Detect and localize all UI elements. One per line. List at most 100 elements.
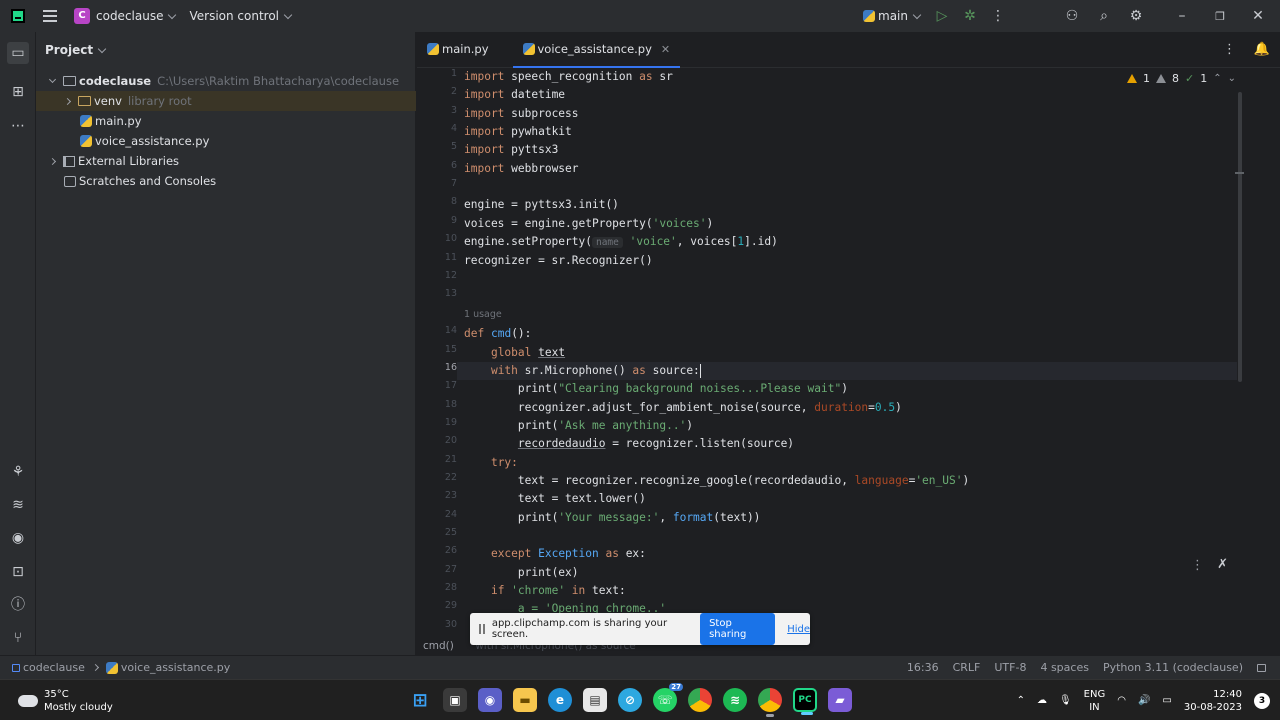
close-tab-icon[interactable]: ✕ xyxy=(661,43,670,56)
collapse-arrow-icon[interactable] xyxy=(63,97,72,105)
taskbar-apps: ⊞ ▣ ◉ ▬ e ▤ ⊘ ☏ 27 ≋ PC ▰ xyxy=(408,683,852,717)
chevron-down-icon xyxy=(283,10,293,19)
code-line: try: xyxy=(490,456,518,469)
project-panel-header[interactable]: Project xyxy=(36,32,415,68)
code-text-area[interactable]: import speech_recognition as sr import d… xyxy=(464,68,1234,638)
indent-setting[interactable]: 4 spaces xyxy=(1040,661,1089,674)
git-icon[interactable]: ⑂ xyxy=(10,630,26,646)
notification-badge[interactable]: 3 xyxy=(1254,692,1270,709)
spotify-icon[interactable]: ≋ xyxy=(723,688,747,712)
pycharm-icon[interactable]: PC xyxy=(793,688,817,715)
drag-handle-icon[interactable] xyxy=(479,624,485,634)
services-icon[interactable]: ◉ xyxy=(10,530,26,546)
language-code: ENG xyxy=(1083,688,1106,700)
debug-icon[interactable]: ✲ xyxy=(962,8,978,24)
file-encoding[interactable]: UTF-8 xyxy=(994,661,1026,674)
scratches-icon xyxy=(64,175,76,187)
tree-item-main-py[interactable]: main.py xyxy=(36,111,416,131)
cloud-sun-icon xyxy=(15,690,38,707)
line-number: 26 xyxy=(444,545,457,556)
main-menu-icon[interactable] xyxy=(43,10,57,22)
usage-hint[interactable]: 1 usage xyxy=(464,306,502,324)
tree-item-voice-assistance-py[interactable]: voice_assistance.py xyxy=(36,131,416,151)
code-line: except Exception as ex: xyxy=(490,547,646,560)
tab-main-py[interactable]: main.py xyxy=(417,31,499,67)
file-explorer-icon[interactable]: ▬ xyxy=(513,688,537,712)
line-number: 9 xyxy=(450,215,457,226)
whatsapp-icon[interactable]: ☏ 27 xyxy=(653,683,683,712)
clock[interactable]: 12:40 30-08-2023 xyxy=(1184,688,1242,714)
chrome-profile-icon[interactable] xyxy=(758,688,782,717)
line-number: 23 xyxy=(444,490,457,501)
problems-icon[interactable]: ⓘ xyxy=(10,597,26,613)
teams-chat-icon[interactable]: ◉ xyxy=(478,688,502,712)
tree-item-root[interactable]: codeclause C:\Users\Raktim Bhattacharya\… xyxy=(36,71,416,91)
structure-icon[interactable]: ⊞ xyxy=(10,84,26,100)
project-tool-folder-icon[interactable]: ▭ xyxy=(7,42,29,64)
edge-icon[interactable]: e xyxy=(548,688,572,712)
maximize-icon[interactable]: ❐ xyxy=(1212,8,1228,24)
search-icon[interactable]: ⌕ xyxy=(1096,8,1112,24)
run-icon[interactable]: ▷ xyxy=(934,8,950,24)
chrome-icon[interactable] xyxy=(688,688,712,712)
close-icon[interactable]: ✕ xyxy=(1250,8,1266,24)
windows-start-icon[interactable]: ⊞ xyxy=(408,688,432,712)
status-project[interactable]: codeclause xyxy=(23,661,85,674)
settings-gear-icon[interactable]: ⚙ xyxy=(1128,8,1144,24)
python-interpreter[interactable]: Python 3.11 (codeclause) xyxy=(1103,661,1243,674)
notifications-bell-icon[interactable]: 🔔 xyxy=(1254,42,1270,57)
more-tools-icon[interactable]: ⋯ xyxy=(10,118,26,134)
temperature: 35°C xyxy=(44,689,69,700)
microphone-icon[interactable]: 🎙 xyxy=(1059,694,1072,707)
line-number: 20 xyxy=(444,435,457,446)
line-separator[interactable]: CRLF xyxy=(953,661,981,674)
code-line: text = text.lower() xyxy=(517,492,646,505)
folder-icon xyxy=(78,96,91,106)
project-switcher[interactable]: codeclause xyxy=(96,9,177,23)
add-user-icon[interactable]: ⚇ xyxy=(1064,8,1080,24)
tree-item-scratches[interactable]: Scratches and Consoles xyxy=(36,171,416,191)
line-number: 14 xyxy=(444,325,457,336)
stop-sharing-button[interactable]: Stop sharing xyxy=(700,613,776,645)
wifi-icon[interactable]: ◠ xyxy=(1117,694,1126,707)
version-control-menu[interactable]: Version control xyxy=(189,9,293,23)
code-line: recognizer = sr.Recognizer() xyxy=(464,254,653,267)
module-icon xyxy=(12,663,20,672)
line-number: 10 xyxy=(444,233,457,244)
editor-scrollbar[interactable] xyxy=(1238,92,1242,382)
parameter-hint: name xyxy=(591,237,623,248)
more-actions-icon[interactable]: ⋮ xyxy=(990,8,1006,24)
terminal-icon[interactable]: ⊡ xyxy=(10,564,26,580)
hide-link[interactable]: Hide xyxy=(787,624,810,635)
collapse-arrow-icon[interactable] xyxy=(48,157,57,165)
ai-assistant-icon[interactable]: ✗ xyxy=(1217,557,1228,572)
more-options-icon[interactable]: ⋮ xyxy=(1191,558,1204,573)
tree-external-label: External Libraries xyxy=(78,154,180,168)
line-number: 15 xyxy=(444,344,457,355)
battery-icon[interactable]: ▭ xyxy=(1162,694,1171,707)
app-icon[interactable]: ⊘ xyxy=(618,688,642,712)
run-config-selector[interactable]: main xyxy=(863,9,922,23)
tree-item-venv[interactable]: venv library root xyxy=(36,91,416,111)
tab-options-icon[interactable]: ⋮ xyxy=(1223,42,1236,57)
status-file[interactable]: voice_assistance.py xyxy=(121,661,230,674)
language-indicator[interactable]: ENG IN xyxy=(1084,688,1106,714)
volume-icon[interactable]: 🔊 xyxy=(1138,694,1150,707)
lock-icon[interactable] xyxy=(1257,663,1266,672)
tab-voice-assistance-py[interactable]: voice_assistance.py ✕ xyxy=(512,31,681,68)
python-packages-icon[interactable]: ⚘ xyxy=(10,464,26,480)
minimize-icon[interactable]: – xyxy=(1174,8,1190,24)
breadcrumb-function[interactable]: cmd() xyxy=(423,640,454,652)
layers-icon[interactable]: ≋ xyxy=(10,497,26,513)
show-hidden-icons[interactable]: ⌃ xyxy=(1017,694,1025,707)
microsoft-store-icon[interactable]: ▤ xyxy=(583,688,607,712)
caret-position[interactable]: 16:36 xyxy=(907,661,939,674)
onedrive-cloud-icon[interactable]: ☁ xyxy=(1037,694,1047,707)
weather-widget[interactable]: 35°C Mostly cloudy xyxy=(15,688,113,714)
pycharm-logo-icon xyxy=(11,9,25,23)
project-badge[interactable]: C xyxy=(74,8,90,24)
expand-arrow-icon[interactable] xyxy=(48,75,57,84)
task-view-icon[interactable]: ▣ xyxy=(443,688,467,712)
tree-item-external-libraries[interactable]: External Libraries xyxy=(36,151,416,171)
clipchamp-icon[interactable]: ▰ xyxy=(828,688,852,712)
